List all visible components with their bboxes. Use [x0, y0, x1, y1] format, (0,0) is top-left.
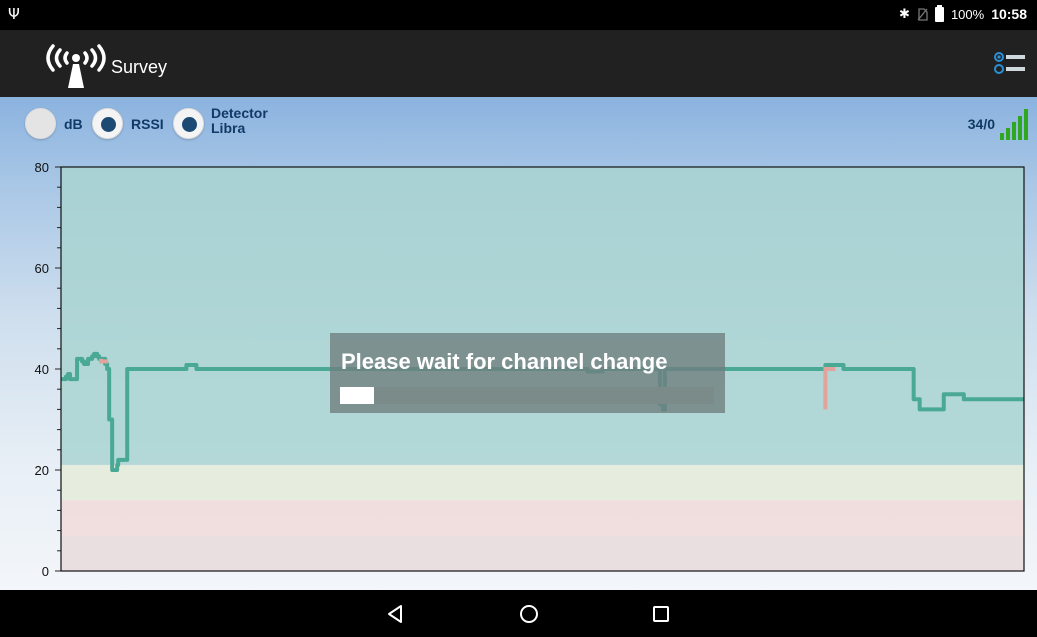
chart-band-0 — [61, 167, 1024, 465]
navigation-bar — [0, 590, 1037, 637]
chart-band-3 — [61, 535, 1024, 571]
y-tick-label: 60 — [35, 261, 49, 276]
y-tick-label: 0 — [42, 564, 49, 579]
y-tick-label: 80 — [35, 160, 49, 175]
survey-panel: dB RSSI Detector Libra 34/0 0 20 40 60 80 Pl… — [0, 97, 1037, 590]
channel-change-overlay: Please wait for channel change — [330, 333, 725, 413]
overlay-message: Please wait for channel change — [341, 349, 668, 374]
settings-list-icon[interactable] — [993, 50, 1027, 78]
app-bar: Survey — [0, 30, 1037, 97]
battery-percent: 100% — [950, 6, 985, 22]
progress-fill — [340, 387, 374, 404]
chart-band-2 — [61, 500, 1024, 536]
status-bar: Ψ ✱ 100% 10:58 — [0, 0, 1037, 30]
y-tick-label: 40 — [35, 362, 49, 377]
usb-icon: Ψ — [8, 5, 20, 23]
antenna-signal-icon — [40, 36, 112, 92]
app-title: Survey — [111, 57, 168, 77]
clock: 10:58 — [991, 6, 1027, 22]
chart-band-1 — [61, 464, 1024, 501]
battery-icon — [934, 4, 944, 22]
bluetooth-icon: ✱ — [899, 6, 910, 22]
recents-square-icon[interactable] — [650, 603, 672, 625]
no-sim-icon — [917, 7, 928, 21]
status-icons: ✱ 100% 10:58 — [899, 4, 1027, 22]
back-triangle-icon[interactable] — [385, 603, 407, 625]
y-tick-label: 20 — [35, 463, 49, 478]
home-circle-icon[interactable] — [518, 603, 540, 625]
progress-track — [340, 387, 714, 404]
